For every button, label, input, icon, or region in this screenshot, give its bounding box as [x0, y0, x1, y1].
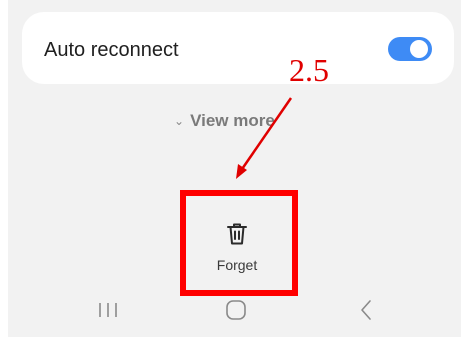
view-more-label: View more [190, 111, 275, 130]
chevron-down-icon: ⌄ [174, 114, 185, 128]
auto-reconnect-row[interactable]: Auto reconnect [22, 12, 454, 84]
system-nav-bar [8, 288, 461, 337]
annotation-step-label: 2.5 [289, 52, 329, 88]
recent-apps-icon [96, 300, 120, 325]
back-button[interactable] [352, 298, 380, 327]
auto-reconnect-toggle[interactable] [388, 37, 432, 61]
recent-apps-button[interactable] [94, 300, 122, 324]
view-more-button[interactable]: ⌄ View more [174, 111, 275, 131]
toggle-knob [410, 40, 428, 58]
home-button[interactable] [222, 298, 250, 327]
auto-reconnect-label: Auto reconnect [44, 39, 179, 61]
annotation-highlight-box [180, 190, 298, 296]
back-icon [356, 298, 376, 327]
home-icon [224, 298, 248, 327]
